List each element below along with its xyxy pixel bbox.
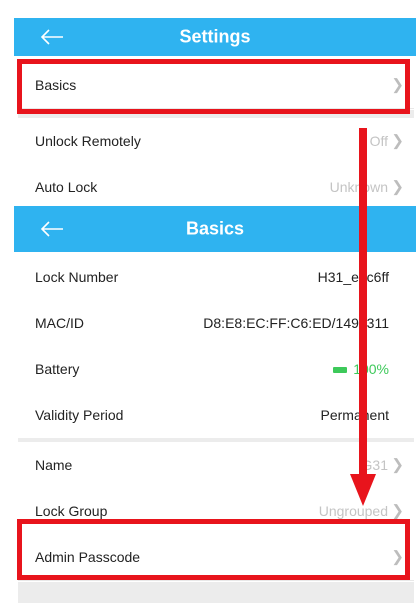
settings-item-label: Unlock Remotely [35, 133, 141, 149]
basics-item-label: Lock Group [35, 503, 108, 519]
info-label: Lock Number [35, 269, 119, 285]
highlight-basics [17, 59, 410, 114]
settings-title: Settings [179, 26, 251, 47]
battery-icon [333, 367, 348, 374]
basics-item-label: Name [35, 457, 73, 473]
info-label: Validity Period [35, 407, 124, 423]
chevron-right-icon: ❯ [391, 178, 404, 196]
chevron-right-icon: ❯ [391, 502, 404, 520]
info-label: MAC/ID [35, 315, 84, 331]
settings-header: Settings [14, 18, 416, 56]
highlight-admin-passcode [17, 519, 410, 580]
chevron-right-icon: ❯ [391, 456, 404, 474]
chevron-right-icon: ❯ [391, 132, 404, 150]
arrow-down-icon [350, 128, 376, 506]
bottom-gap [18, 582, 414, 603]
info-label: Battery [35, 361, 80, 377]
settings-item-label: Auto Lock [35, 179, 98, 195]
